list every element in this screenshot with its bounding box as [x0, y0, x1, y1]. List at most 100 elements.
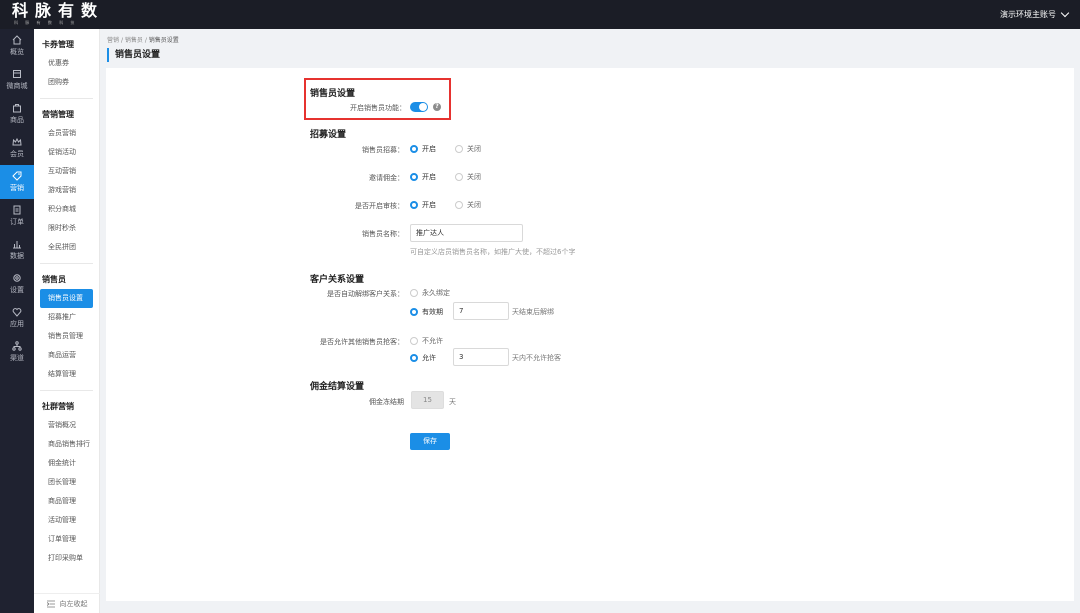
validity-days-input[interactable]: 7: [453, 302, 509, 320]
breadcrumb-current: 销售员设置: [148, 37, 179, 44]
radio-dot: [455, 145, 463, 153]
allow-suffix: 天内不允许抢客: [512, 354, 561, 362]
recruit-off-radio[interactable]: 关闭: [455, 144, 481, 154]
commission-on-radio[interactable]: 开启: [410, 172, 436, 182]
salesperson-toggle[interactable]: [410, 102, 428, 112]
radio-label: 有效期: [422, 308, 443, 316]
sidebar-item-promotion[interactable]: 促销活动: [34, 143, 99, 162]
secondary-sidebar: 卡券管理 优惠券 团购券 营销管理 会员营销 促销活动 互动营销 游戏营销 积分…: [34, 29, 100, 613]
commission-off-radio[interactable]: 关闭: [455, 172, 481, 182]
allow-days-input[interactable]: 3: [453, 348, 509, 366]
validity-period-radio[interactable]: 有效期: [410, 307, 443, 317]
commission-label: 邀请佣金：: [369, 174, 404, 182]
logo[interactable]: 科脉有数 科 脉 有 数 科 技: [12, 2, 104, 26]
divider: [40, 390, 93, 391]
recruit-label: 销售员招募：: [362, 146, 404, 154]
sidebar-item-activity[interactable]: 活动管理: [34, 511, 99, 530]
rail-label: 微商城: [6, 82, 28, 90]
section-title-customer: 客户关系设置: [310, 275, 365, 285]
radio-dot: [410, 354, 418, 362]
breadcrumb-item[interactable]: 销售员: [125, 37, 143, 44]
rail-item-store[interactable]: 微商城: [0, 63, 34, 97]
permanent-bind-radio[interactable]: 永久绑定: [410, 288, 450, 298]
salesperson-name-input[interactable]: 推广达人: [410, 224, 523, 242]
save-button[interactable]: 保存: [410, 433, 450, 450]
rail-label: 订单: [10, 218, 24, 226]
radio-label: 关闭: [467, 145, 481, 153]
sidebar-item-sales-rank[interactable]: 商品销售排行: [34, 435, 99, 454]
radio-dot: [410, 308, 418, 316]
section-title-salesperson: 销售员设置: [310, 89, 356, 99]
radio-dot: [455, 173, 463, 181]
page-title: 销售员设置: [107, 48, 160, 62]
sidebar-item-interactive[interactable]: 互动营销: [34, 162, 99, 181]
store-icon: [13, 70, 21, 78]
sidebar-item-group-coupon[interactable]: 团购券: [34, 73, 99, 92]
gear-icon: [13, 274, 21, 282]
sidebar-item-game[interactable]: 游戏营销: [34, 181, 99, 200]
breadcrumb-item[interactable]: 营销: [107, 37, 119, 44]
rail-item-overview[interactable]: 概览: [0, 29, 34, 63]
sidebar-item-points-mall[interactable]: 积分商城: [34, 200, 99, 219]
sidebar-item-commission-stats[interactable]: 佣金统计: [34, 454, 99, 473]
name-hint: 可自定义店员销售员名称，如推广大使，不超过6个字: [410, 248, 576, 256]
divider: [40, 98, 93, 99]
rail-item-goods[interactable]: 商品: [0, 97, 34, 131]
unbind-label: 是否自动解绑客户关系：: [327, 290, 404, 298]
rail-item-order[interactable]: 订单: [0, 199, 34, 233]
account-name: 演示环境主账号: [1000, 10, 1056, 19]
help-icon[interactable]: ?: [433, 103, 441, 111]
sidebar-item-member-marketing[interactable]: 会员营销: [34, 124, 99, 143]
recruit-on-radio[interactable]: 开启: [410, 144, 436, 154]
breadcrumb: 营销 / 销售员 / 销售员设置: [107, 35, 179, 44]
radio-label: 永久绑定: [422, 289, 450, 297]
rail-label: 概览: [10, 48, 24, 56]
rail-label: 渠道: [10, 354, 24, 362]
rail-item-data[interactable]: 数据: [0, 233, 34, 267]
radio-dot: [410, 201, 418, 209]
freeze-days-input[interactable]: 15: [411, 391, 444, 409]
home-icon: [12, 35, 22, 45]
sidebar-item-salesperson-manage[interactable]: 销售员管理: [34, 327, 99, 346]
logo-subtext: 科 脉 有 数 科 技: [14, 20, 78, 25]
bag-icon: [13, 104, 21, 113]
sidebar-item-print-purchase[interactable]: 打印采购单: [34, 549, 99, 568]
validity-suffix: 天结束后解绑: [512, 308, 554, 316]
review-on-radio[interactable]: 开启: [410, 200, 436, 210]
account-menu[interactable]: 演示环境主账号: [1000, 8, 1070, 20]
rail-item-settings[interactable]: 设置: [0, 267, 34, 301]
rail-label: 应用: [10, 320, 24, 328]
name-label: 销售员名称：: [362, 230, 404, 238]
group-title-marketing: 营销管理: [42, 110, 74, 119]
allow-grab-radio[interactable]: 允许: [410, 353, 436, 363]
rail-item-apps[interactable]: 应用: [0, 301, 34, 335]
disallow-grab-radio[interactable]: 不允许: [410, 336, 443, 346]
sidebar-item-group-buy[interactable]: 全民拼团: [34, 238, 99, 257]
toggle-label: 开启销售员功能：: [350, 104, 406, 112]
menu-fold-icon: [46, 600, 55, 607]
sidebar-item-settlement[interactable]: 结算管理: [34, 365, 99, 384]
rail-item-marketing[interactable]: 营销: [0, 165, 34, 199]
section-title-recruit: 招募设置: [310, 130, 347, 140]
radio-label: 开启: [422, 173, 436, 181]
rail-item-channel[interactable]: 渠道: [0, 335, 34, 369]
sidebar-item-leader[interactable]: 团长管理: [34, 473, 99, 492]
sidebar-item-overview[interactable]: 营销概况: [34, 416, 99, 435]
sidebar-item-coupon[interactable]: 优惠券: [34, 54, 99, 73]
sidebar-item-flash-sale[interactable]: 限时秒杀: [34, 219, 99, 238]
rail-label: 营销: [10, 184, 24, 192]
collapse-sidebar-button[interactable]: 向左收起: [34, 593, 100, 613]
sidebar-item-orders[interactable]: 订单管理: [34, 530, 99, 549]
radio-dot: [455, 201, 463, 209]
radio-dot: [410, 173, 418, 181]
radio-dot: [410, 337, 418, 345]
collapse-label: 向左收起: [59, 599, 88, 608]
sidebar-item-recruit[interactable]: 招募推广: [34, 308, 99, 327]
review-off-radio[interactable]: 关闭: [455, 200, 481, 210]
sidebar-item-salesperson-settings[interactable]: 销售员设置: [40, 289, 93, 308]
sidebar-item-goods[interactable]: 商品管理: [34, 492, 99, 511]
rail-item-member[interactable]: 会员: [0, 131, 34, 165]
top-bar: 科脉有数 科 脉 有 数 科 技 演示环境主账号: [0, 0, 1080, 29]
highlight-box: [304, 78, 451, 120]
sidebar-item-goods-ops[interactable]: 商品运营: [34, 346, 99, 365]
